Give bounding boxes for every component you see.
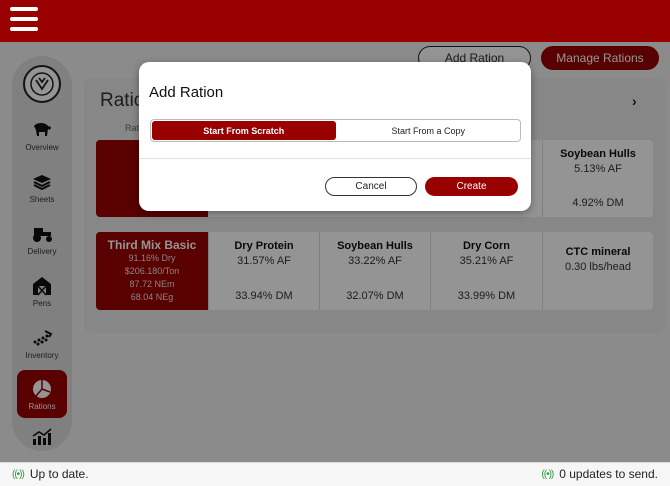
pending-updates-text: 0 updates to send. [559,467,658,481]
status-bar: ((•)) Up to date. ((•)) 0 updates to sen… [0,462,670,486]
signal-icon: ((•)) [541,468,554,480]
add-ration-dialog: Add Ration Start From Scratch Start From… [139,62,531,211]
pending-updates: ((•)) 0 updates to send. [541,467,658,481]
top-app-bar [0,0,670,42]
dialog-title: Add Ration [149,84,224,101]
sync-status-text: Up to date. [29,467,89,481]
hamburger-icon[interactable] [10,7,38,32]
sync-status: ((•)) Up to date. [12,467,89,481]
start-from-scratch-option[interactable]: Start From Scratch [152,121,336,140]
dialog-divider [139,158,531,159]
ration-source-segmented-control: Start From Scratch Start From a Copy [150,119,521,142]
start-from-copy-option[interactable]: Start From a Copy [337,120,521,141]
create-button[interactable]: Create [425,177,518,196]
cancel-button[interactable]: Cancel [325,177,417,196]
signal-icon: ((•)) [12,468,25,480]
